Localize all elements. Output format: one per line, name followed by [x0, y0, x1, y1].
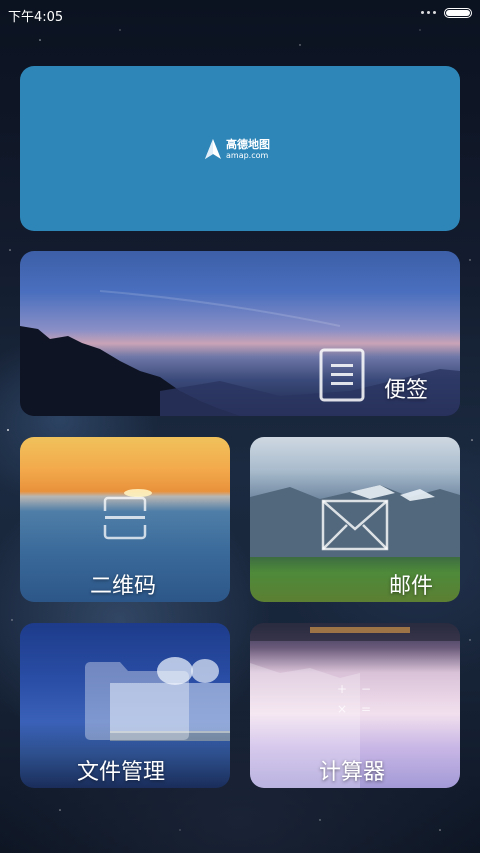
status-bar: 下午4:05 [0, 0, 480, 26]
qr-code-label: 二维码 [90, 574, 157, 599]
amap-logo: 高德地图 amap.com [204, 137, 270, 161]
qr-code-tile[interactable]: 二维码 [20, 437, 230, 602]
file-manager-label: 文件管理 [77, 760, 166, 785]
notes-tile[interactable]: 便签 [20, 251, 460, 416]
battery-icon [444, 8, 472, 18]
amap-name: 高德地图 [226, 137, 270, 151]
amap-tile[interactable]: 高德地图 amap.com [20, 66, 460, 231]
mail-envelope-icon [321, 499, 389, 551]
calculator-tile[interactable]: + − × = 计算器 [250, 623, 460, 788]
mail-tile[interactable]: 邮件 [250, 437, 460, 602]
notification-dots-icon [421, 11, 436, 14]
mail-label: 邮件 [389, 574, 434, 599]
calculator-label: 计算器 [319, 760, 386, 785]
notes-label: 便签 [384, 378, 429, 403]
notes-icon [319, 348, 365, 402]
qr-scan-icon [103, 496, 147, 540]
folder-icon [85, 662, 189, 740]
calculator-icon: + − × = [337, 682, 372, 716]
amap-arrow-icon [205, 139, 221, 159]
amap-url: amap.com [226, 150, 269, 160]
file-manager-tile[interactable]: 文件管理 [20, 623, 230, 788]
status-time: 下午4:05 [8, 10, 64, 25]
